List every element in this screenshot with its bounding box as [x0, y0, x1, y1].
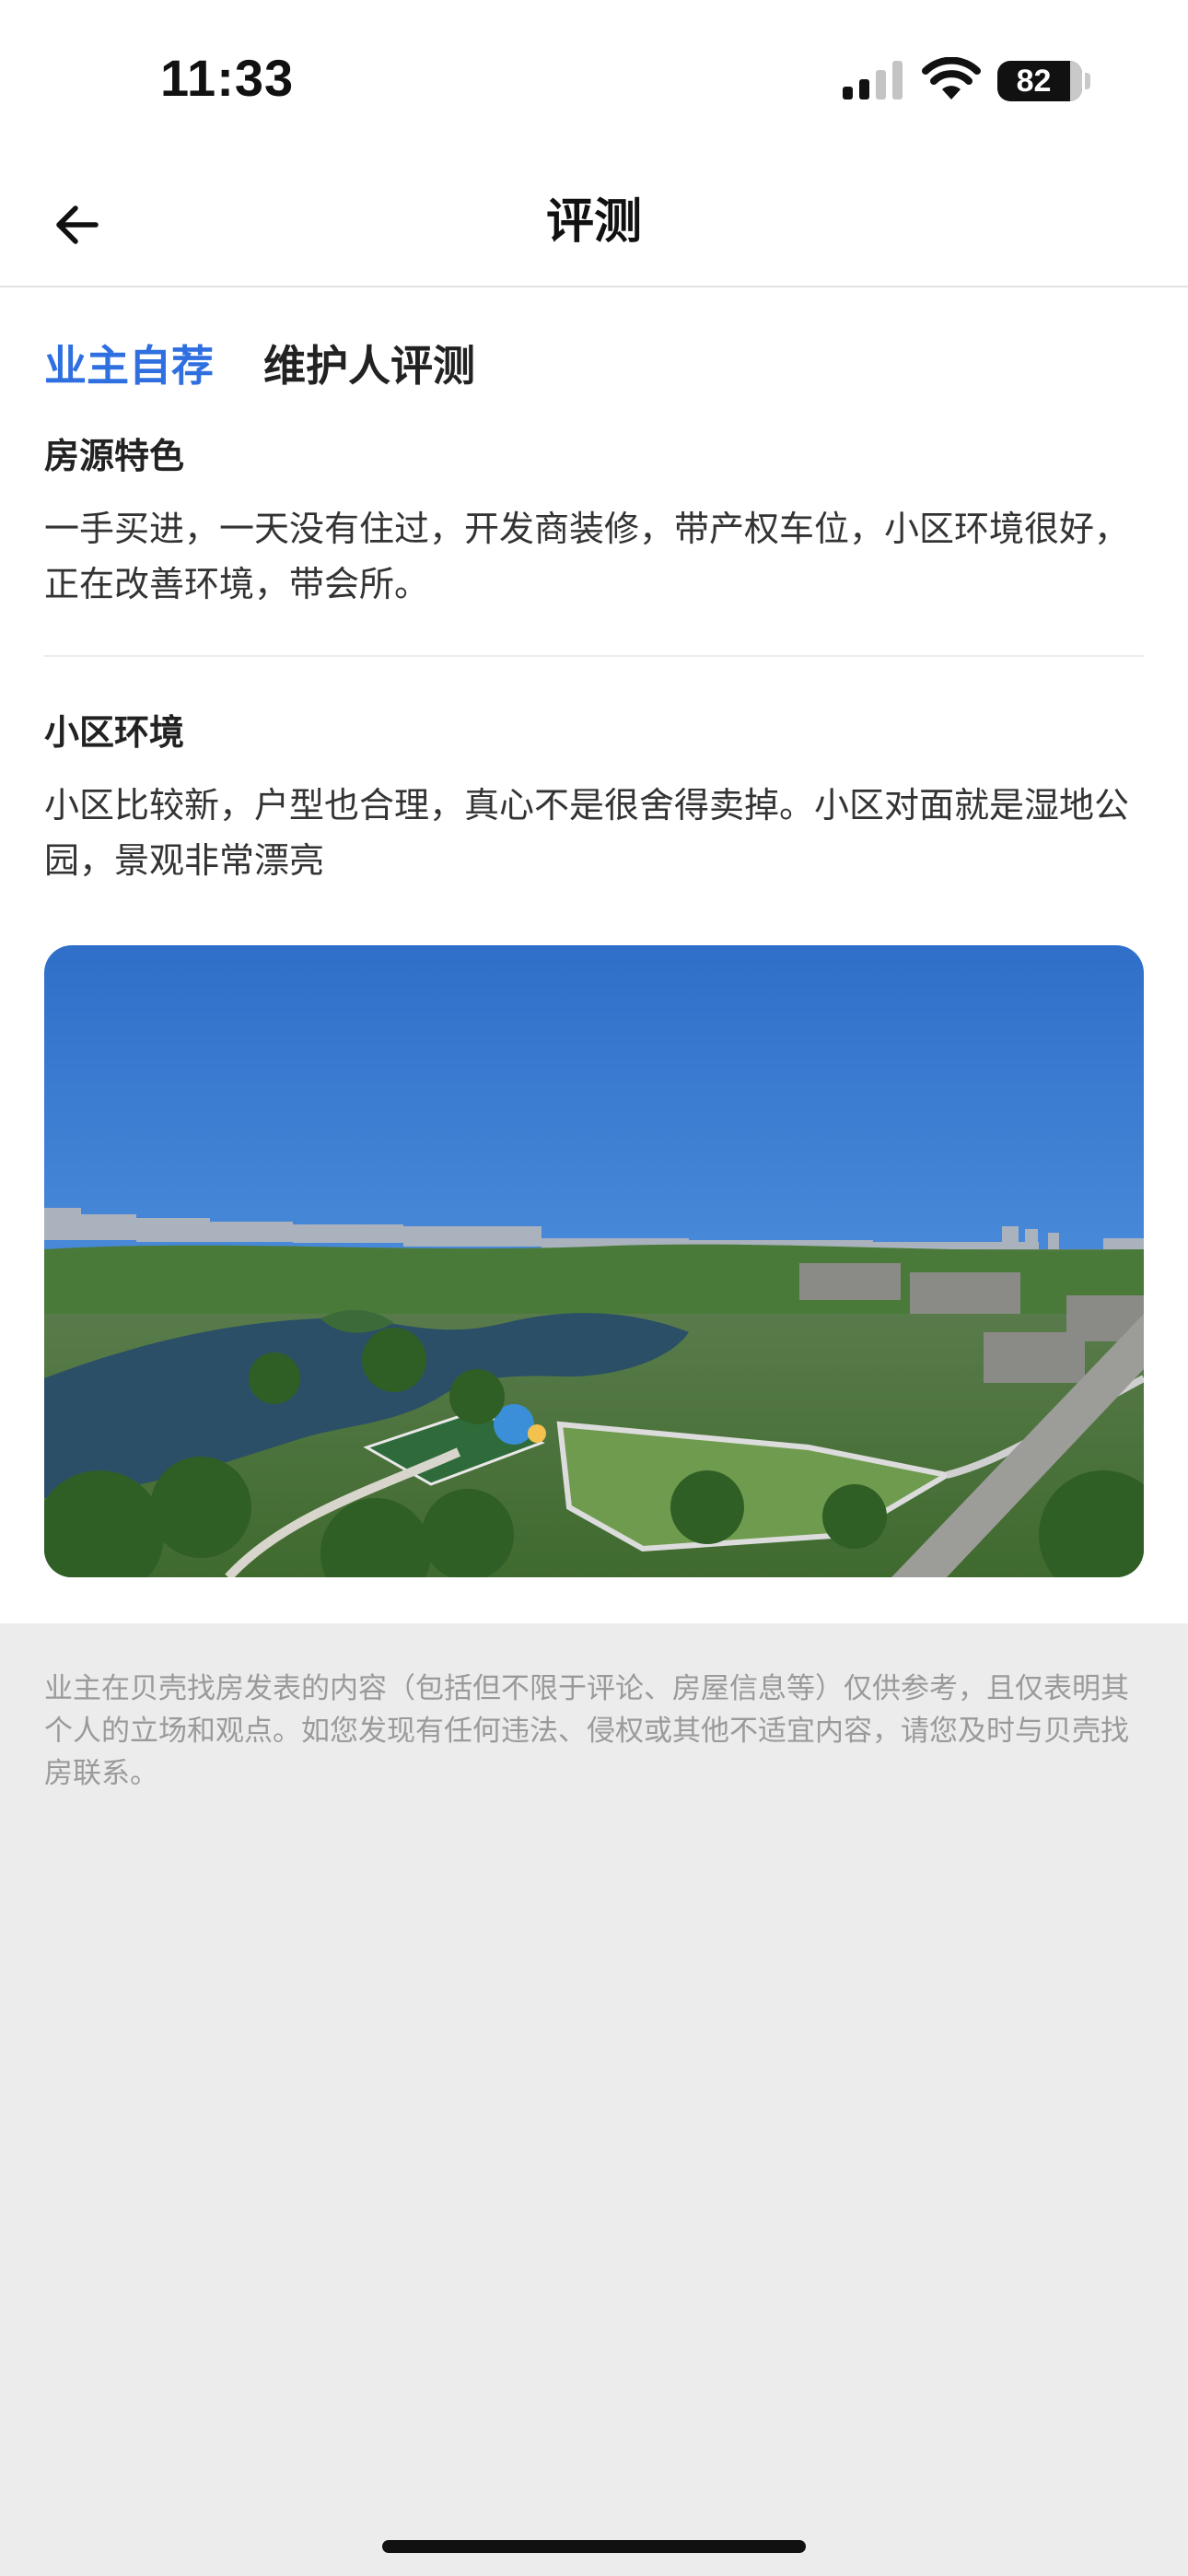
back-button[interactable]	[41, 188, 114, 262]
status-time: 11:33	[160, 49, 295, 107]
wifi-icon	[922, 57, 981, 100]
tab-maintainer-review[interactable]: 维护人评测	[263, 334, 475, 398]
disclaimer-text: 业主在贝壳找房发表的内容（包括但不限于评论、房屋信息等）仅供参考，且仅表明其个人…	[44, 1672, 1129, 1790]
home-indicator[interactable]	[382, 2540, 806, 2553]
wetland-park-landscape-image	[44, 945, 1144, 1577]
battery-empty-segment	[1070, 61, 1082, 101]
section-title-environment: 小区环境	[44, 712, 185, 753]
page-title: 评测	[545, 194, 642, 250]
battery-icon: 82	[997, 61, 1082, 101]
section-title-features: 房源特色	[44, 436, 185, 476]
review-content: 业主自荐 维护人评测 房源特色 一手买进，一天没有住过，开发商装修，带产权车位，…	[0, 287, 1188, 1623]
battery-nub	[1085, 73, 1090, 89]
community-photo[interactable]	[44, 945, 1144, 1577]
nav-bar: 评测	[0, 157, 1188, 287]
tab-bar: 业主自荐 维护人评测	[44, 334, 525, 398]
screen: 11:33 82 评测 业主自荐 维护人评测 房源特色 一手买进，一天没有住过，…	[0, 0, 1188, 2576]
tab-owner-recommend[interactable]: 业主自荐	[44, 334, 214, 398]
arrow-left-icon	[56, 205, 99, 244]
status-bar: 11:33 82	[0, 0, 1188, 157]
section-divider	[44, 655, 1144, 657]
signal-icon	[843, 61, 903, 100]
battery-level: 82	[1016, 64, 1052, 99]
section-text-environment: 小区比较新，户型也合理，真心不是很舍得卖掉。小区对面就是湿地公园，景观非常漂亮	[44, 785, 1130, 881]
section-text-features: 一手买进，一天没有住过，开发商装修，带产权车位，小区环境很好，正在改善环境，带会…	[44, 509, 1130, 604]
